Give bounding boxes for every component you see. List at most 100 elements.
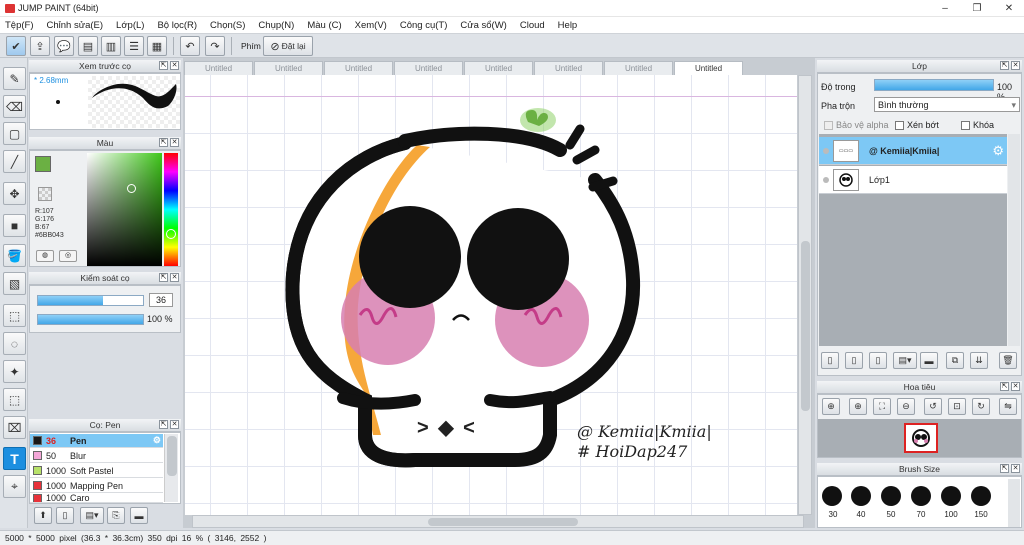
close-panel-icon[interactable]: ✕ [170,61,179,70]
undock-icon[interactable]: ⇱ [1000,382,1009,391]
brush-size-dot[interactable] [941,486,961,506]
redo-icon[interactable]: ↷ [205,36,225,56]
reset-button[interactable]: ⊘ Đặt lại [263,36,313,56]
close-panel-icon[interactable]: ✕ [170,420,179,429]
undock-icon[interactable]: ⇱ [1000,464,1009,473]
doc-tab[interactable]: Untitled [324,61,393,75]
close-panel-icon[interactable]: ✕ [1011,464,1020,473]
lock-checkbox[interactable]: Khóa [961,120,994,131]
undock-icon[interactable]: ⇱ [159,420,168,429]
doc-tab[interactable]: Untitled [184,61,253,75]
page-icon[interactable]: ▥ [101,36,121,56]
brush-copy-icon[interactable]: ⎘ [107,507,125,524]
maximize-button[interactable]: ❐ [962,0,992,17]
menu-filter[interactable]: Bộ lọc(R) [157,20,197,31]
foreground-color-swatch[interactable] [35,156,51,172]
transparent-swatch[interactable] [38,187,52,201]
undock-icon[interactable]: ⇱ [159,138,168,147]
menu-help[interactable]: Help [558,20,578,31]
merge-layer-icon[interactable]: ⇊ [970,352,988,369]
undo-icon[interactable]: ↶ [180,36,200,56]
menu-view[interactable]: Xem(V) [355,20,387,31]
magic-wand-icon[interactable]: ✦ [3,360,26,383]
menu-cloud[interactable]: Cloud [520,20,545,31]
brush-size-dot[interactable] [851,486,871,506]
menu-layer[interactable]: Lớp(L) [116,20,144,31]
brush-opacity-slider[interactable] [37,314,144,325]
bucket-tool-icon[interactable]: 🪣 [3,244,26,267]
close-panel-icon[interactable]: ✕ [170,138,179,147]
grid-check-icon[interactable]: ▦ [147,36,167,56]
brush-add-icon[interactable]: ⬆ [34,507,52,524]
brush-size-dot[interactable] [881,486,901,506]
color-cursor[interactable] [127,184,136,193]
horizontal-scroll-thumb[interactable] [428,518,578,526]
navigator-preview[interactable] [818,419,1021,457]
rotate-left-icon[interactable]: ↺ [924,398,942,415]
horizontal-scrollbar[interactable] [192,515,804,528]
trash-icon[interactable]: 🗑 [999,352,1017,369]
checklist-icon[interactable]: ☰ [124,36,144,56]
blend-mode-select[interactable]: Bình thường ▾ [874,97,1020,112]
clip-checkbox[interactable]: Xén bớt [895,120,939,131]
menu-window[interactable]: Cửa sổ(W) [460,20,506,31]
palette-button[interactable]: ◍ [36,250,54,262]
duplicate-layer-icon[interactable]: ⧉ [946,352,964,369]
menu-file[interactable]: Tệp(F) [5,20,34,31]
gear-icon[interactable]: ⚙ [153,435,161,446]
scroll-thumb[interactable] [167,436,177,476]
new-layer-icon[interactable]: ▯ [821,352,839,369]
share-icon[interactable]: ⇪ [30,36,50,56]
brush-item[interactable]: 1000 Caro [30,494,163,503]
undock-icon[interactable]: ⇱ [1000,61,1009,70]
flip-icon[interactable]: ⇋ [999,398,1017,415]
brush-item[interactable]: 36 Pen ⚙ [30,434,163,448]
hue-slider[interactable] [164,153,178,266]
undock-icon[interactable]: ⇱ [159,273,168,282]
gradient-tool-icon[interactable]: ▧ [3,272,26,295]
doc-tab[interactable]: Untitled [604,61,673,75]
zoom-out-icon[interactable]: ⊖ [897,398,915,415]
protect-alpha-checkbox[interactable]: Bảo vệ alpha [824,120,889,131]
brush-folder-icon[interactable]: ▬ [130,507,148,524]
brush-size-scrollbar[interactable] [1008,479,1020,527]
menu-capture[interactable]: Chụp(N) [258,20,294,31]
close-panel-icon[interactable]: ✕ [170,273,179,282]
layer-opacity-slider[interactable] [874,79,994,91]
rect-tool-icon[interactable]: ▢ [3,122,26,145]
brush-new-icon[interactable]: ▯ [56,507,74,524]
eyedropper-icon[interactable]: ⌖ [3,475,26,498]
folder-icon[interactable]: ▬ [920,352,938,369]
lasso-icon[interactable]: ◌ [3,332,26,355]
gear-icon[interactable]: ⚙ [992,143,1004,159]
drawing-canvas[interactable]: > ◆ < @ Kemiia|Kmiia| # HoiDap247 [185,75,797,515]
picker-button[interactable]: ◎ [59,250,77,262]
rotate-reset-icon[interactable]: ⊡ [948,398,966,415]
brush-list-scrollbar[interactable] [164,434,178,502]
visibility-toggle[interactable] [819,147,833,154]
eraser-tool-icon[interactable]: ⌫ [3,95,26,118]
vertical-scroll-thumb[interactable] [801,241,810,411]
navigator-viewport[interactable] [904,423,938,453]
fit-screen-icon[interactable]: ⛶ [873,398,891,415]
doc-tab[interactable]: Untitled [254,61,323,75]
brush-item[interactable]: 1000 Soft Pastel [30,464,163,478]
brush-size-value[interactable]: 36 [149,293,173,307]
layer-row[interactable]: Lớp1 [819,166,1007,194]
close-button[interactable]: ✕ [994,0,1024,17]
menu-select[interactable]: Chọn(S) [210,20,245,31]
zoom-fit-icon[interactable]: ⊕ [822,398,840,415]
brush-menu-icon[interactable]: ▤▾ [80,507,104,524]
saturation-value-picker[interactable] [87,153,162,266]
doc-tab[interactable]: Untitled [464,61,533,75]
brush-size-dot[interactable] [971,486,991,506]
new-folder-layer-icon[interactable]: ▯ [845,352,863,369]
brush-item[interactable]: 1000 Mapping Pen [30,479,163,493]
note-icon[interactable]: ▤ [78,36,98,56]
doc-tab-active[interactable]: Untitled [674,61,743,76]
brush-size-dot[interactable] [911,486,931,506]
rotate-right-icon[interactable]: ↻ [972,398,990,415]
hue-cursor[interactable] [166,229,176,239]
close-panel-icon[interactable]: ✕ [1011,61,1020,70]
layer-menu-icon[interactable]: ▤▾ [893,352,917,369]
